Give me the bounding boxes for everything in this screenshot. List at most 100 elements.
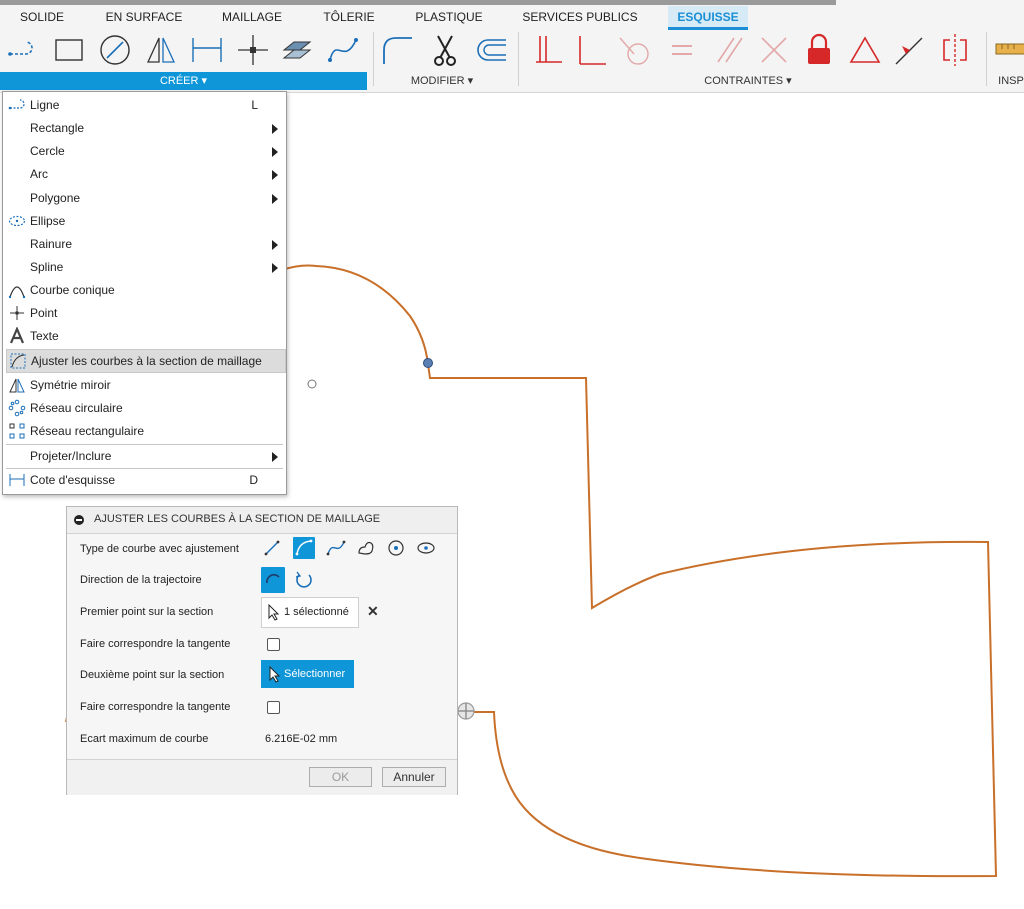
submenu-arrow-icon bbox=[272, 194, 278, 204]
menu-item-texte[interactable]: Texte bbox=[6, 325, 284, 347]
match-tangent-1-label: Faire correspondre la tangente bbox=[80, 638, 231, 650]
tab-services-publics[interactable]: SERVICES PUBLICS bbox=[512, 6, 648, 28]
circle-tool-icon[interactable] bbox=[98, 32, 132, 68]
collapse-icon[interactable] bbox=[74, 515, 84, 525]
point-tool-icon[interactable] bbox=[236, 32, 270, 68]
menu-item-reseau-circulaire[interactable]: Réseau circulaire bbox=[6, 397, 284, 419]
dialog-header: AJUSTER LES COURBES À LA SECTION DE MAIL… bbox=[67, 507, 457, 534]
menu-item-arc[interactable]: Arc bbox=[6, 163, 284, 185]
second-point-label: Deuxième point sur la section bbox=[80, 669, 225, 681]
equal-constraint-icon[interactable] bbox=[664, 32, 698, 68]
menu-item-rainure[interactable]: Rainure bbox=[6, 233, 284, 255]
triangle-constraint-icon[interactable] bbox=[848, 32, 882, 68]
spline-fit-icon[interactable] bbox=[325, 537, 347, 559]
group-create-button[interactable]: CRÉER ▾ bbox=[0, 72, 367, 90]
dialog-title: AJUSTER LES COURBES À LA SECTION DE MAIL… bbox=[94, 513, 381, 525]
midpoint-constraint-icon[interactable] bbox=[892, 32, 926, 68]
first-point-label: Premier point sur la section bbox=[80, 606, 214, 618]
measure-tool-icon[interactable] bbox=[994, 32, 1024, 68]
create-dropdown-menu: Ligne L Rectangle Cercle Arc Polygone El… bbox=[2, 91, 287, 495]
menu-item-ajuster-courbes[interactable]: Ajuster les courbes à la section de mail… bbox=[6, 349, 286, 373]
tab-plastique[interactable]: PLASTIQUE bbox=[406, 6, 492, 28]
tab-tolerie[interactable]: TÔLERIE bbox=[312, 6, 386, 28]
fix-constraint-icon[interactable] bbox=[532, 32, 566, 68]
tab-en-surface[interactable]: EN SURFACE bbox=[96, 6, 192, 28]
sketch-dimension-icon bbox=[8, 471, 26, 489]
rectangle-tool-icon[interactable] bbox=[52, 32, 86, 68]
ok-button[interactable]: OK bbox=[309, 767, 372, 787]
cursor-target-icon bbox=[457, 702, 475, 720]
selected-section-point[interactable] bbox=[423, 358, 433, 368]
tab-esquisse[interactable]: ESQUISSE bbox=[668, 6, 748, 30]
sketch-point[interactable] bbox=[307, 379, 317, 389]
ribbon-separator bbox=[986, 32, 987, 86]
submenu-arrow-icon bbox=[272, 147, 278, 157]
tangent-constraint-icon[interactable] bbox=[618, 32, 652, 68]
mirror-icon bbox=[8, 376, 26, 394]
second-point-button-label: Sélectionner bbox=[284, 668, 346, 680]
parallel-constraint-icon[interactable] bbox=[712, 32, 746, 68]
submenu-arrow-icon bbox=[272, 263, 278, 273]
trim-scissors-icon[interactable] bbox=[428, 32, 462, 68]
circular-pattern-icon bbox=[8, 399, 26, 417]
cursor-arrow-icon bbox=[269, 666, 281, 683]
text-icon bbox=[8, 326, 26, 345]
lock-constraint-icon[interactable] bbox=[802, 32, 836, 68]
match-tangent-2-checkbox[interactable] bbox=[267, 701, 280, 714]
group-inspect-button[interactable]: INSP bbox=[998, 72, 1024, 90]
path-direction-label: Direction de la trajectoire bbox=[80, 574, 202, 586]
ellipse-fit-icon[interactable] bbox=[415, 537, 437, 559]
project-tool-icon[interactable] bbox=[280, 32, 314, 68]
symmetry-constraint-icon[interactable] bbox=[938, 32, 972, 68]
first-point-selection[interactable]: 1 sélectionné bbox=[261, 597, 359, 628]
menu-item-spline[interactable]: Spline bbox=[6, 256, 284, 278]
ribbon-toolbar: SOLIDE EN SURFACE MAILLAGE TÔLERIE PLAST… bbox=[0, 0, 1024, 93]
point-icon bbox=[8, 304, 26, 322]
tab-maillage[interactable]: MAILLAGE bbox=[212, 6, 292, 28]
menu-item-cercle[interactable]: Cercle bbox=[6, 140, 284, 162]
menu-item-point[interactable]: Point bbox=[6, 302, 284, 324]
menu-item-symetrie-miroir[interactable]: Symétrie miroir bbox=[6, 374, 284, 396]
cancel-button[interactable]: Annuler bbox=[382, 767, 446, 787]
ellipse-icon bbox=[8, 212, 26, 230]
ribbon-top-bar bbox=[0, 0, 836, 5]
menu-item-cote-esquisse[interactable]: Cote d'esquisse D bbox=[6, 469, 284, 491]
line-fit-icon[interactable] bbox=[261, 537, 283, 559]
submenu-arrow-icon bbox=[272, 240, 278, 250]
menu-item-ellipse[interactable]: Ellipse bbox=[6, 210, 284, 232]
menu-item-reseau-rectangulaire[interactable]: Réseau rectangulaire bbox=[6, 420, 284, 442]
max-deviation-value: 6.216E-02 mm bbox=[265, 733, 338, 745]
rectangular-pattern-icon bbox=[8, 422, 26, 440]
curve-type-label: Type de courbe avec ajustement bbox=[80, 543, 239, 555]
group-modify-button[interactable]: MODIFIER ▾ bbox=[394, 72, 490, 90]
spline-tool-icon[interactable] bbox=[326, 32, 360, 68]
menu-item-courbe-conique[interactable]: Courbe conique bbox=[6, 279, 284, 301]
match-tangent-1-checkbox[interactable] bbox=[267, 638, 280, 651]
menu-item-ligne[interactable]: Ligne L bbox=[6, 94, 284, 116]
submenu-arrow-icon bbox=[272, 170, 278, 180]
menu-item-rectangle[interactable]: Rectangle bbox=[6, 117, 284, 139]
arc-fit-icon[interactable] bbox=[293, 537, 315, 559]
perpendicular-cross-icon[interactable] bbox=[756, 32, 790, 68]
offset-tool-icon[interactable] bbox=[474, 32, 508, 68]
menu-item-polygone[interactable]: Polygone bbox=[6, 187, 284, 209]
line-tool-icon[interactable] bbox=[4, 32, 38, 68]
circle-fit-icon[interactable] bbox=[385, 537, 407, 559]
match-tangent-2-label: Faire correspondre la tangente bbox=[80, 701, 231, 713]
submenu-arrow-icon bbox=[272, 124, 278, 134]
direction-open-icon[interactable] bbox=[261, 567, 285, 593]
mirror-tool-icon[interactable] bbox=[144, 32, 178, 68]
dimension-tool-icon[interactable] bbox=[190, 32, 224, 68]
group-constraints-button[interactable]: CONTRAINTES ▾ bbox=[690, 72, 806, 90]
perpendicular-constraint-icon[interactable] bbox=[574, 32, 608, 68]
menu-item-projeter-inclure[interactable]: Projeter/Inclure bbox=[6, 445, 284, 467]
clear-selection-close-icon[interactable]: ✕ bbox=[367, 603, 379, 620]
max-deviation-label: Ecart maximum de courbe bbox=[80, 733, 209, 745]
tab-solide[interactable]: SOLIDE bbox=[6, 6, 78, 28]
second-point-select-button[interactable]: Sélectionner bbox=[261, 660, 354, 688]
conic-curve-icon bbox=[8, 281, 26, 299]
direction-closed-icon[interactable] bbox=[293, 569, 315, 591]
ribbon-separator bbox=[518, 32, 519, 86]
closed-spline-fit-icon[interactable] bbox=[355, 537, 377, 559]
fillet-tool-icon[interactable] bbox=[380, 32, 414, 68]
